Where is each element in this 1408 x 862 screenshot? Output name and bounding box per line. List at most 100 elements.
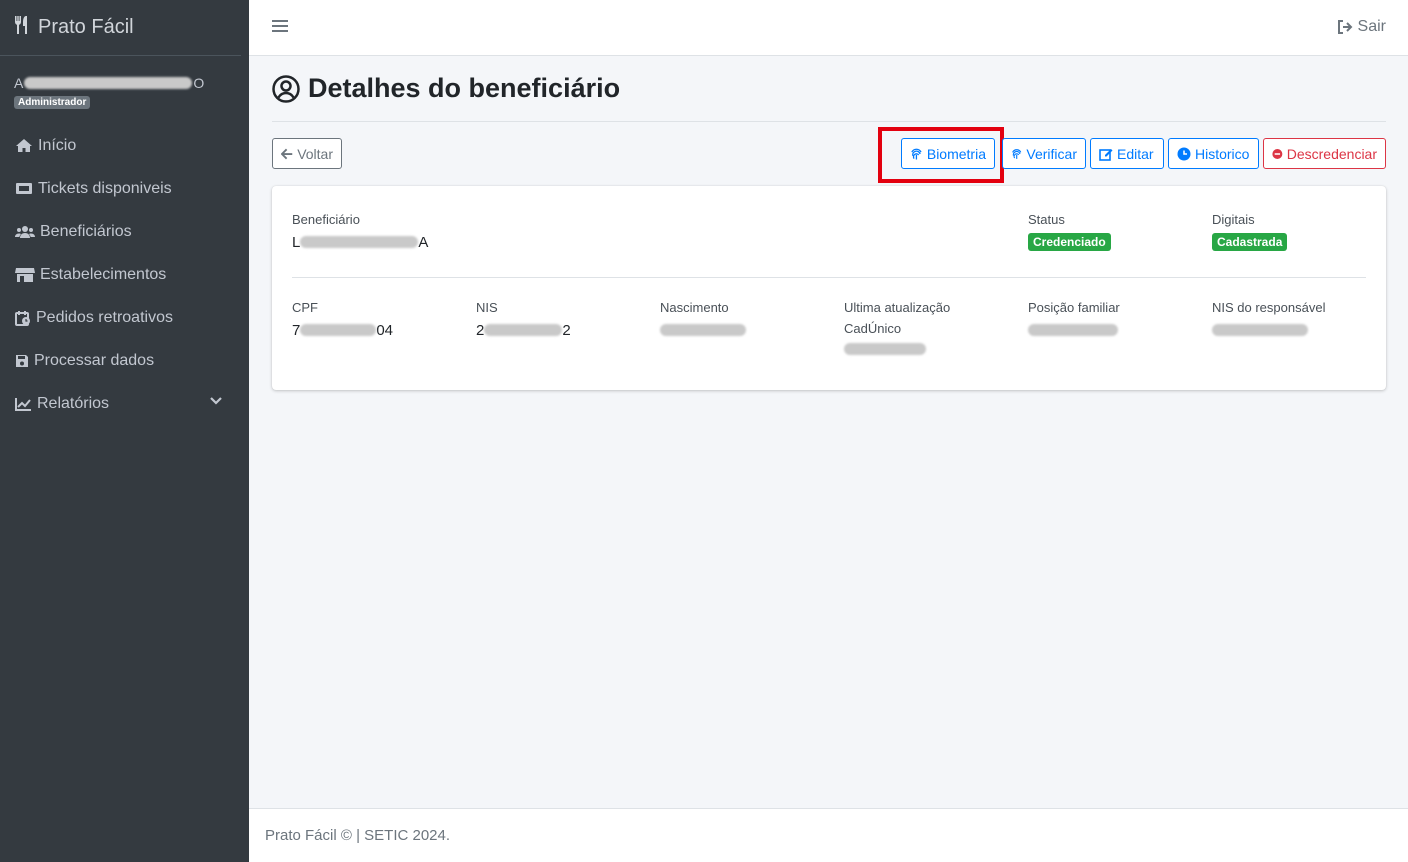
redacted-value (660, 324, 746, 336)
status-badge: Credenciado (1028, 233, 1111, 251)
digitais-badge: Cadastrada (1212, 233, 1288, 251)
nis-label: NIS (476, 300, 498, 315)
sidebar-item-inicio[interactable]: Início (0, 124, 249, 167)
cpf-value-start: 7 (292, 321, 301, 339)
sidebar-item-label: Pedidos retroativos (36, 308, 173, 326)
hamburger-menu-icon[interactable] (272, 19, 288, 38)
redacted-value (300, 236, 419, 248)
user-name-end: O (193, 75, 205, 91)
redacted-value (300, 324, 377, 336)
posicao-familiar-label: Posição familiar (1028, 300, 1120, 315)
top-navbar: Sair (249, 0, 1408, 56)
back-label: Voltar (297, 145, 333, 162)
nis-responsavel-value (1212, 321, 1325, 339)
ultima-atualizacao-value (844, 340, 950, 358)
users-icon (15, 225, 35, 238)
cpf-field: CPF 7 04 (292, 300, 393, 339)
editar-label: Editar (1117, 145, 1154, 162)
sign-out-icon (1337, 20, 1352, 34)
chart-line-icon (15, 397, 31, 411)
nascimento-label: Nascimento (660, 300, 729, 315)
status-field: Status Credenciado (1028, 212, 1111, 251)
biometria-button[interactable]: Biometria (901, 138, 995, 169)
fingerprint-icon (1012, 148, 1022, 159)
sidebar-item-label: Estabelecimentos (40, 265, 167, 283)
brand-link[interactable]: Prato Fácil (0, 0, 241, 56)
beneficiario-field: Beneficiário L A (292, 212, 428, 251)
cpf-value-end: 04 (376, 321, 394, 339)
back-button[interactable]: Voltar (272, 138, 342, 169)
footer-text: Prato Fácil © | SETIC 2024. (265, 827, 451, 844)
cpf-label: CPF (292, 300, 318, 315)
page-header: Detalhes do beneficiário (272, 56, 1386, 122)
digitais-field: Digitais Cadastrada (1212, 212, 1288, 251)
redacted-name (24, 77, 193, 89)
nascimento-field: Nascimento (660, 300, 746, 339)
role-badge: Administrador (14, 96, 91, 109)
nis-value: 2 2 (476, 321, 571, 339)
save-icon (16, 354, 28, 367)
ultima-atualizacao-field: Ultima atualização CadÚnico (844, 300, 950, 358)
sidebar-item-tickets[interactable]: Tickets disponiveis (0, 167, 249, 210)
sidebar-item-label: Tickets disponiveis (38, 179, 172, 197)
arrow-left-icon (281, 148, 293, 159)
logout-label: Sair (1357, 18, 1386, 35)
nis-field: NIS 2 2 (476, 300, 571, 339)
edit-icon (1099, 148, 1113, 161)
utensils-icon (14, 15, 32, 40)
footer: Prato Fácil © | SETIC 2024. (249, 808, 1408, 862)
redacted-value (484, 324, 563, 336)
beneficiary-details-card: Beneficiário L A Status Credenciado Digi… (272, 186, 1386, 390)
logout-link[interactable]: Sair (1337, 18, 1386, 36)
sidebar-item-estabelecimentos[interactable]: Estabelecimentos (0, 253, 249, 296)
sidebar-item-processar[interactable]: Processar dados (0, 339, 249, 382)
sidebar-item-beneficiarios[interactable]: Beneficiários (0, 210, 249, 253)
sidebar-item-label: Processar dados (34, 351, 155, 369)
user-panel: A O Administrador (0, 56, 249, 118)
sidebar-nav: Início Tickets disponiveis Beneficiários… (0, 118, 249, 425)
posicao-familiar-field: Posição familiar (1028, 300, 1120, 339)
cadunico-label: CadÚnico (844, 321, 902, 336)
sidebar-item-relatorios[interactable]: Relatórios (0, 382, 249, 425)
historico-button[interactable]: Historico (1168, 138, 1259, 169)
brand-name: Prato Fácil (38, 16, 134, 38)
cpf-value: 7 04 (292, 321, 393, 339)
verificar-button[interactable]: Verificar (1002, 138, 1086, 169)
redacted-value (1212, 324, 1308, 336)
sidebar-item-label: Beneficiários (40, 222, 132, 240)
main-content: Detalhes do beneficiário Voltar Biometri… (249, 56, 1408, 808)
user-circle-icon (272, 74, 300, 103)
descredenciar-button[interactable]: Descredenciar (1263, 138, 1386, 169)
ultima-atualizacao-label: Ultima atualização (844, 300, 951, 315)
descredenciar-label: Descredenciar (1286, 145, 1377, 162)
status-label: Status (1028, 212, 1065, 227)
redacted-value (844, 343, 926, 355)
posicao-familiar-value (1028, 321, 1120, 339)
page-title: Detalhes do beneficiário (308, 73, 621, 103)
beneficiario-value-start: L (292, 233, 301, 251)
digitais-label: Digitais (1212, 212, 1255, 227)
sidebar: Prato Fácil A O Administrador Início Tic… (0, 0, 249, 862)
biometria-label: Biometria (926, 145, 986, 162)
beneficiario-value-end: A (418, 233, 429, 251)
verificar-label: Verificar (1026, 145, 1077, 162)
redacted-value (1028, 324, 1118, 336)
beneficiario-label: Beneficiário (292, 212, 360, 227)
historico-label: Historico (1195, 145, 1250, 162)
nis-value-start: 2 (476, 321, 485, 339)
calendar-clock-icon (15, 310, 30, 326)
beneficiario-value: L A (292, 233, 428, 251)
store-icon (15, 267, 35, 282)
fingerprint-icon (911, 148, 922, 160)
divider (292, 277, 1366, 278)
home-icon (16, 139, 32, 152)
user-name[interactable]: A O (14, 74, 235, 92)
nis-value-end: 2 (562, 321, 571, 339)
chevron-down-icon[interactable] (210, 397, 222, 405)
sidebar-item-pedidos[interactable]: Pedidos retroativos (0, 296, 249, 339)
nis-responsavel-label: NIS do responsável (1212, 300, 1326, 315)
editar-button[interactable]: Editar (1090, 138, 1164, 169)
nascimento-value (660, 321, 746, 339)
action-bar: Voltar Biometria Verificar Editar Histor… (272, 122, 1386, 186)
ticket-icon (16, 183, 32, 194)
